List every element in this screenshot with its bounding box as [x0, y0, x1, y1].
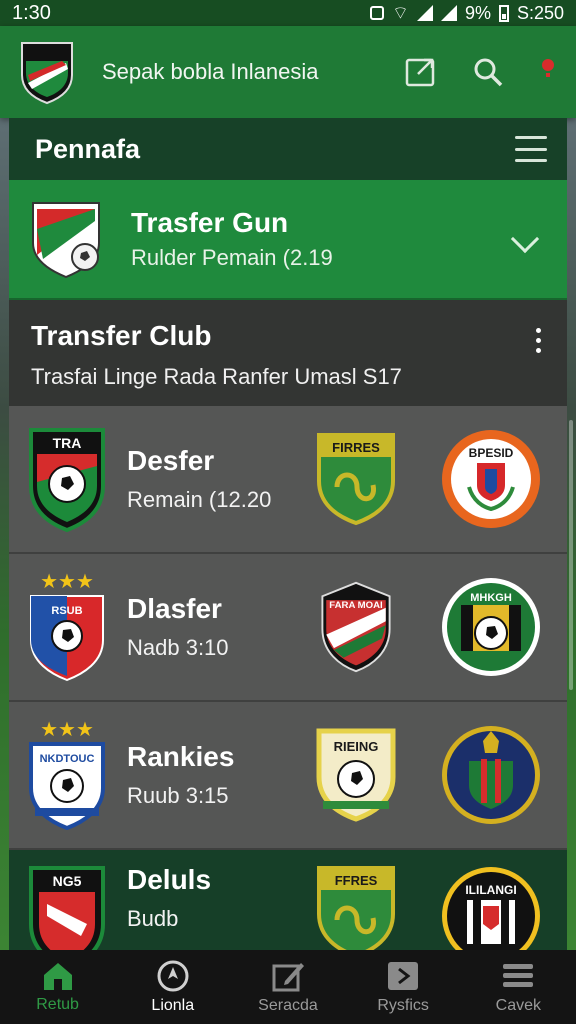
club-crest-icon: ★★★ RSUB — [30, 572, 104, 682]
club-name: Rankies — [127, 741, 235, 772]
signal-icon-2 — [440, 5, 457, 21]
club-name: Desfer — [127, 445, 215, 476]
featured-subtitle: Rulder Pemain (2.19 — [131, 245, 333, 270]
club-crest-icon: FARA MOAI — [321, 581, 391, 673]
crest-text: RIEING — [334, 739, 379, 754]
club-meta: Remain (12.20 — [127, 487, 272, 512]
club-name: Dlasfer — [127, 593, 222, 624]
list-item[interactable]: ★★★ RSUB Dlasfer Nadb 3:10 FARA MOAI MHK… — [9, 554, 567, 702]
club-header-subtitle: Trasfai Linge Rada Ranfer Umasl S17 — [31, 364, 402, 389]
nav-label: Retub — [36, 996, 79, 1013]
nav-item-more[interactable]: Cavek — [463, 959, 573, 1015]
club-crest-icon: TRA — [29, 428, 105, 533]
club-crest-icon: FIRRES — [317, 433, 395, 526]
crest-text: TRA — [53, 435, 82, 451]
scrollbar[interactable] — [569, 420, 573, 690]
crest-text: BPESID — [469, 446, 514, 460]
app-logo-icon — [21, 42, 73, 105]
stars-icon: ★★★ — [40, 572, 94, 593]
compass-icon — [157, 960, 189, 992]
status-time: 1:30 — [12, 1, 51, 24]
club-name: Deluls — [127, 864, 212, 895]
crest-text: MHKGH — [470, 592, 512, 604]
wifi-icon: ⌔ — [392, 2, 409, 23]
list-item[interactable]: NG5 Deluls Budb FFRES ILILANGI — [9, 850, 567, 971]
app-bar: Sepak bobla Inlanesia — [0, 26, 576, 118]
play-icon — [388, 962, 419, 990]
club-meta: Nadb 3:10 — [127, 635, 229, 660]
status-clock: S:250 — [516, 2, 564, 23]
crest-text: FIRRES — [332, 440, 380, 455]
featured-title: Trasfer Gun — [131, 207, 289, 238]
home-icon — [43, 963, 72, 990]
menu-icon — [503, 964, 534, 987]
club-crest-icon: FFRES — [317, 866, 395, 959]
notification-icon[interactable] — [538, 55, 558, 89]
battery-icon — [498, 4, 509, 22]
menu-icon[interactable] — [515, 136, 547, 162]
crest-text: NG5 — [53, 873, 82, 889]
nav-item-home[interactable]: Retub — [3, 960, 113, 1014]
crest-text: RSUB — [51, 605, 82, 617]
club-header-title: Transfer Club — [31, 320, 212, 351]
nav-label: Lionla — [151, 997, 195, 1014]
club-crest-icon — [442, 726, 540, 824]
more-options-icon[interactable] — [536, 328, 541, 353]
crest-text: FFRES — [335, 873, 378, 888]
club-list: TRA Desfer Remain (12.20 FIRRES BPESID ★… — [9, 406, 567, 971]
crest-text: ILILANGI — [465, 883, 516, 897]
status-bar: 1:30 ⌔ 9% S:250 — [0, 0, 576, 26]
nav-item-search[interactable]: Seracda — [233, 959, 343, 1015]
nav-label: Rysfics — [377, 997, 429, 1014]
edit-icon — [272, 963, 304, 992]
featured-club-logo-icon — [32, 202, 100, 279]
nav-label: Cavek — [495, 997, 542, 1014]
list-item[interactable]: TRA Desfer Remain (12.20 FIRRES BPESID — [9, 406, 567, 554]
club-header: Transfer Club Trasfai Linge Rada Ranfer … — [9, 300, 567, 406]
featured-card[interactable]: Trasfer Gun Rulder Pemain (2.19 — [9, 180, 567, 300]
crest-text: FARA MOAI — [329, 600, 383, 611]
chevron-down-icon[interactable] — [510, 224, 540, 254]
nav-label: Seracda — [258, 997, 318, 1014]
club-crest-icon: BPESID — [442, 430, 540, 528]
club-crest-icon: MHKGH — [442, 578, 540, 676]
stars-icon: ★★★ — [40, 720, 94, 741]
list-item[interactable]: ★★★ NKDTOUC Rankies Ruub 3:15 RIEING — [9, 702, 567, 850]
search-icon[interactable] — [472, 56, 504, 88]
section-header: Pennafa — [9, 118, 567, 180]
bottom-navigation: Retub Lionla Seracda Rysfics Cavek — [0, 950, 576, 1024]
nav-item-play[interactable]: Rysfics — [348, 959, 458, 1015]
vibrate-icon — [370, 6, 385, 20]
club-crest-icon: ★★★ NKDTOUC — [29, 720, 105, 830]
section-title: Pennafa — [35, 133, 141, 164]
app-title: Sepak bobla Inlanesia — [102, 59, 319, 84]
share-icon[interactable] — [404, 56, 438, 88]
battery-percent: 9% — [464, 2, 491, 23]
club-crest-icon: RIEING — [316, 728, 396, 822]
signal-icon — [416, 5, 433, 21]
club-meta: Budb — [127, 906, 179, 931]
club-meta: Ruub 3:15 — [127, 783, 229, 808]
crest-text: NKDTOUC — [40, 753, 95, 765]
nav-item-explore[interactable]: Lionla — [118, 959, 228, 1015]
